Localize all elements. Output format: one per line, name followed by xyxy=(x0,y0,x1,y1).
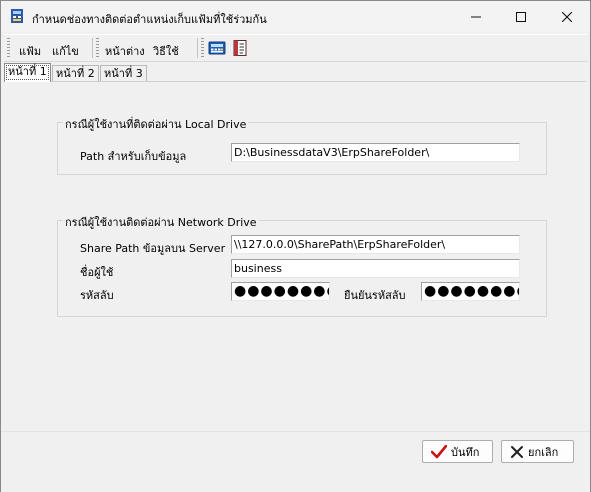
local-path-label: Path สำหรับเก็บข้อมูล xyxy=(80,150,187,163)
bottom-bar: บันทึก ยกเลิก xyxy=(1,431,590,492)
dialog-window: กำหนดช่องทางติดต่อตำแหน่งเก็บแฟ้มที่ใช้ร… xyxy=(0,0,591,492)
confirm-password-field[interactable]: ●●●●●●●● xyxy=(421,282,520,301)
share-path-label: Share Path ข้อมูลบน Server xyxy=(80,242,226,255)
toolbar-grip[interactable] xyxy=(7,38,10,58)
username-label: ชื่อผู้ใช้ xyxy=(80,266,114,279)
local-drive-group: กรณีผู้ใช้งานที่ติดต่อผ่าน Local Drive P… xyxy=(57,115,547,175)
toolbar-separator xyxy=(197,38,198,58)
tab-page-3[interactable]: หน้าที่ 3 xyxy=(100,65,147,82)
checkmark-icon xyxy=(431,444,447,458)
username-field[interactable]: business xyxy=(231,259,520,278)
window-title: กำหนดช่องทางติดต่อตำแหน่งเก็บแฟ้มที่ใช้ร… xyxy=(32,13,267,26)
tab-page-1[interactable]: หน้าที่ 1 xyxy=(4,63,51,82)
share-path-field[interactable]: \\127.0.0.0\SharePath\ErpShareFolder\ xyxy=(231,235,520,254)
minimize-button[interactable] xyxy=(453,1,499,32)
save-button-label: บันทึก xyxy=(451,445,480,459)
menu-edit[interactable]: แก้ไข xyxy=(52,42,79,60)
local-drive-group-title: กรณีผู้ใช้งานที่ติดต่อผ่าน Local Drive xyxy=(63,115,249,133)
app-icon xyxy=(11,9,23,23)
toolbar-grip[interactable] xyxy=(96,38,99,58)
menu-toolbar: แฟ้ม แก้ไข หน้าต่าง วิธีใช้ xyxy=(4,34,587,62)
cancel-button-label: ยกเลิก xyxy=(528,445,559,459)
confirm-password-label: ยืนยันรหัสลับ xyxy=(344,289,406,302)
menu-window[interactable]: หน้าต่าง xyxy=(105,42,145,60)
close-icon xyxy=(562,11,572,22)
tab-panel: กรณีผู้ใช้งานที่ติดต่อผ่าน Local Drive P… xyxy=(4,81,586,431)
tab-page-2[interactable]: หน้าที่ 2 xyxy=(52,65,99,82)
network-drive-group-title: กรณีผู้ใช้งานติดต่อผ่าน Network Drive xyxy=(63,213,259,231)
document-icon[interactable] xyxy=(231,39,249,57)
title-bar: กำหนดช่องทางติดต่อตำแหน่งเก็บแฟ้มที่ใช้ร… xyxy=(1,1,590,32)
menu-file[interactable]: แฟ้ม xyxy=(19,42,41,60)
calculator-icon[interactable] xyxy=(208,39,226,57)
toolbar-separator xyxy=(92,38,93,58)
toolbar-grip[interactable] xyxy=(201,38,204,58)
password-field[interactable]: ●●●●●●●● xyxy=(231,282,330,301)
save-button[interactable]: บันทึก xyxy=(422,440,493,463)
cancel-button[interactable]: ยกเลิก xyxy=(501,440,574,463)
close-button[interactable] xyxy=(544,1,590,32)
minimize-icon xyxy=(471,16,481,17)
maximize-button[interactable] xyxy=(498,1,544,32)
cancel-x-icon xyxy=(511,445,523,458)
local-path-field[interactable]: D:\BusinessdataV3\ErpShareFolder\ xyxy=(231,143,520,162)
password-label: รหัสลับ xyxy=(80,289,114,302)
menu-help[interactable]: วิธีใช้ xyxy=(153,42,179,60)
network-drive-group: กรณีผู้ใช้งานติดต่อผ่าน Network Drive Sh… xyxy=(57,213,547,317)
maximize-icon xyxy=(516,11,526,22)
